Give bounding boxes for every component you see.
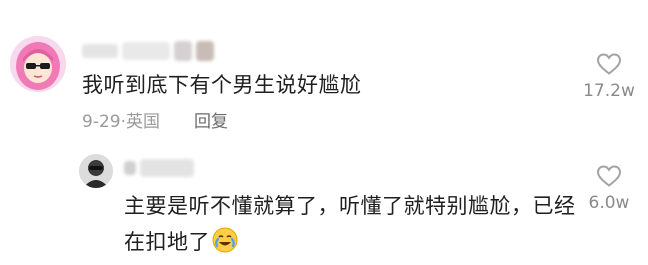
heart-icon (596, 53, 622, 75)
comment-region: 英国 (126, 112, 160, 132)
reply-text-body: 主要是听不懂就算了，听懂了就特别尴尬，已经在扣地了 (124, 194, 576, 254)
comment-date: 9-29 (82, 112, 121, 132)
username-redacted (124, 158, 194, 178)
girl-avatar-icon (10, 36, 66, 92)
comment-text: 我听到底下有个男生说好尴尬 (82, 73, 362, 97)
like-count: 6.0w (588, 193, 630, 213)
crying-laughing-emoji-icon (212, 227, 238, 264)
comment-item: 我听到底下有个男生说好尴尬 9-29 · 英国 回复 17.2w (0, 0, 648, 150)
dark-avatar-icon (79, 154, 113, 188)
like-button[interactable]: 6.0w (574, 164, 644, 213)
heart-icon (596, 165, 622, 187)
username-redacted (82, 40, 214, 62)
reply-item: 主要是听不懂就算了，听懂了就特别尴尬，已经在扣地了 6.0w (0, 150, 648, 265)
reply-text: 主要是听不懂就算了，听懂了就特别尴尬，已经在扣地了 (124, 188, 594, 264)
reply-button[interactable]: 回复 (194, 110, 228, 134)
like-button[interactable]: 17.2w (574, 52, 644, 101)
comment-meta: 9-29 · 英国 回复 (82, 110, 228, 134)
avatar[interactable] (79, 154, 113, 188)
like-count: 17.2w (583, 81, 635, 101)
avatar[interactable] (10, 36, 66, 92)
